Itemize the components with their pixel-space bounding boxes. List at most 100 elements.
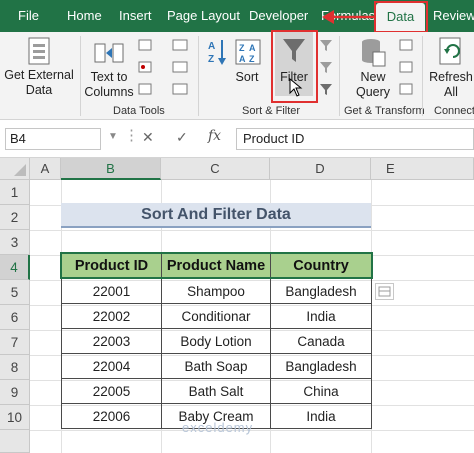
refresh-all-button[interactable]: Refresh All [428, 70, 474, 100]
data-table[interactable]: Product ID Product Name Country 22001 Sh… [61, 253, 372, 429]
get-external-data-label-1: Get External [4, 68, 74, 82]
data-tools-small-icons-2 [172, 39, 188, 95]
text-to-columns-icon [94, 43, 124, 63]
row-header-10[interactable]: 10 [0, 405, 30, 430]
formula-input[interactable]: Product ID [236, 128, 474, 150]
row-header-2[interactable]: 2 [0, 205, 30, 230]
new-query-label-1: New [360, 70, 386, 84]
sheet-title[interactable]: Sort And Filter Data [61, 203, 371, 228]
cell-country[interactable]: Bangladesh [270, 278, 372, 304]
group-label-connections: Connecti [434, 105, 474, 117]
header-country[interactable]: Country [270, 253, 372, 279]
cell-product-id[interactable]: 22006 [61, 403, 162, 429]
header-product-id[interactable]: Product ID [61, 253, 162, 279]
svg-text:A: A [208, 41, 215, 52]
refresh-all-label-1: Refresh [429, 70, 473, 84]
svg-text:A: A [249, 43, 256, 53]
insert-function-button[interactable]: fx [208, 128, 221, 144]
get-transform-small-icons [399, 39, 413, 95]
cell-product-id[interactable]: 22005 [61, 378, 162, 404]
refresh-all-label-2: All [444, 85, 458, 99]
tab-insert[interactable]: Insert [119, 8, 152, 23]
row-header-3[interactable]: 3 [0, 230, 30, 255]
cell-product-id[interactable]: 22003 [61, 328, 162, 354]
svg-text:A: A [239, 54, 246, 64]
group-label-get-transform: Get & Transform [344, 105, 425, 117]
new-query-icon [362, 39, 386, 67]
text-to-columns-label-1: Text to [90, 70, 128, 84]
cell-product-name[interactable]: Conditionar [161, 303, 271, 329]
text-to-columns-button[interactable]: Text to Columns [84, 70, 134, 100]
row-header-9[interactable]: 9 [0, 380, 30, 405]
cell-product-name[interactable]: Bath Salt [161, 378, 271, 404]
gridline [30, 230, 474, 231]
row-header-6[interactable]: 6 [0, 305, 30, 330]
cell-country[interactable]: India [270, 303, 372, 329]
svg-text:Z: Z [249, 54, 255, 64]
table-row: 22001 Shampoo Bangladesh [61, 278, 372, 304]
sort-button[interactable]: Sort [230, 70, 264, 85]
cell-country[interactable]: China [270, 378, 372, 404]
table-row: 22005 Bath Salt China [61, 378, 372, 404]
svg-text:Z: Z [208, 54, 214, 65]
column-header-a[interactable]: A [30, 158, 61, 180]
separator [80, 36, 81, 116]
filter-small-icons [320, 40, 332, 95]
cell-product-name[interactable]: Body Lotion [161, 328, 271, 354]
arrow-icon [322, 10, 376, 24]
tab-home[interactable]: Home [67, 8, 102, 23]
name-box[interactable]: B4 [5, 128, 101, 150]
quick-analysis-icon[interactable] [375, 283, 394, 300]
table-row: 22002 Conditionar India [61, 303, 372, 329]
column-header-d[interactable]: D [270, 158, 371, 180]
group-label-sort-filter: Sort & Filter [242, 105, 301, 117]
cell-country[interactable]: Canada [270, 328, 372, 354]
tab-page-layout[interactable]: Page Layout [167, 8, 240, 23]
group-label-data-tools: Data Tools [113, 105, 165, 117]
dots-icon: ⋮ [124, 127, 140, 144]
cell-product-id[interactable]: 22002 [61, 303, 162, 329]
cell-country[interactable]: Bangladesh [270, 353, 372, 379]
watermark: exceldemy [182, 420, 254, 435]
row-header-7[interactable]: 7 [0, 330, 30, 355]
name-box-dropdown-icon[interactable]: ▼ [108, 131, 118, 142]
sort-az-icon: A Z [208, 40, 226, 65]
formula-bar: B4 ▼ ⋮ ✕ ✓ fx Product ID [0, 120, 474, 158]
separator [422, 36, 423, 116]
column-header-b[interactable]: B [61, 158, 161, 180]
tab-review[interactable]: Review [433, 8, 474, 23]
table-header-row: Product ID Product Name Country [61, 253, 372, 279]
row-header-5[interactable]: 5 [0, 280, 30, 305]
data-tab-highlight [374, 1, 428, 33]
get-external-data-icon [28, 37, 50, 65]
cell-product-id[interactable]: 22004 [61, 353, 162, 379]
table-row: 22003 Body Lotion Canada [61, 328, 372, 354]
new-query-label-2: Query [355, 85, 391, 99]
get-external-data-label-2: Data [25, 83, 53, 97]
table-row: 22004 Bath Soap Bangladesh [61, 353, 372, 379]
row-header-4[interactable]: 4 [0, 255, 30, 280]
sort-icon: Z A A Z [235, 39, 261, 65]
row-header-8[interactable]: 8 [0, 355, 30, 380]
column-header-c[interactable]: C [161, 158, 270, 180]
enter-button[interactable]: ✓ [176, 129, 188, 146]
tab-developer[interactable]: Developer [249, 8, 308, 23]
header-product-name[interactable]: Product Name [161, 253, 271, 279]
cell-country[interactable]: India [270, 403, 372, 429]
mouse-cursor-icon [289, 78, 303, 97]
column-header-e[interactable]: E [371, 158, 474, 180]
cell-product-name[interactable]: Shampoo [161, 278, 271, 304]
text-to-columns-label-2: Columns [84, 85, 134, 99]
row-header-1[interactable]: 1 [0, 180, 30, 205]
separator [198, 36, 199, 116]
new-query-button[interactable]: New Query [348, 70, 398, 100]
select-all-corner[interactable] [0, 158, 30, 180]
get-external-data-button[interactable]: Get External Data [4, 68, 74, 98]
cell-product-name[interactable]: Bath Soap [161, 353, 271, 379]
cancel-button[interactable]: ✕ [142, 129, 154, 146]
tab-file[interactable]: File [18, 8, 39, 23]
row-header-11[interactable] [0, 430, 30, 453]
svg-text:Z: Z [239, 43, 245, 53]
cell-product-id[interactable]: 22001 [61, 278, 162, 304]
separator [339, 36, 340, 116]
